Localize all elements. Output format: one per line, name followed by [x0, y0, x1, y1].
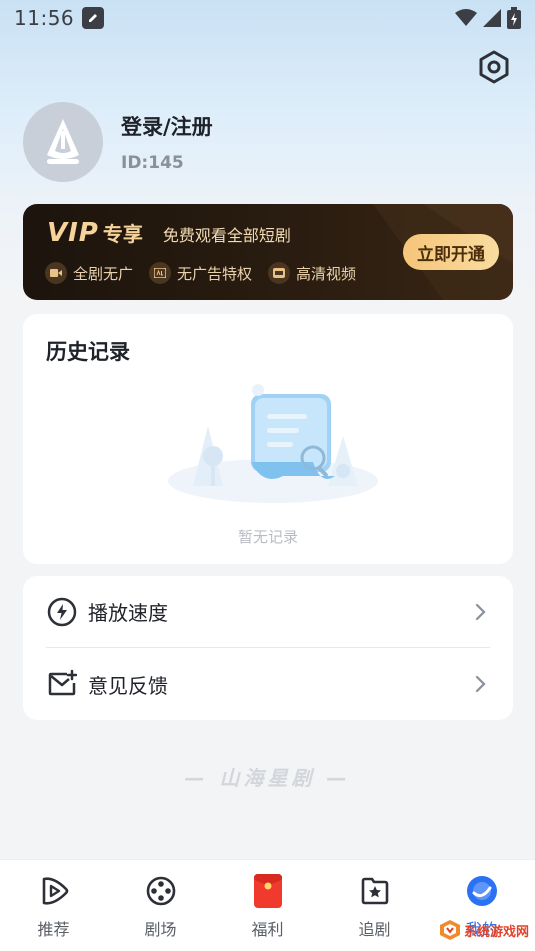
vip-slogan: 免费观看全部短剧 [162, 226, 291, 245]
feedback-label: 意见反馈 [88, 673, 168, 698]
status-indicators [455, 7, 521, 29]
film-reel-icon [144, 874, 178, 908]
avatar[interactable] [23, 102, 103, 182]
history-title: 历史记录 [46, 340, 130, 364]
playback-speed-row[interactable]: 播放速度 [46, 576, 490, 648]
nav-label: 推荐 [37, 920, 70, 939]
settings-button[interactable] [477, 50, 511, 84]
vip-perk-label: 高清视频 [296, 264, 357, 283]
nav-item-theater[interactable]: 剧场 [107, 860, 214, 951]
lightning-icon [46, 596, 78, 628]
login-register-link[interactable]: 登录/注册 [121, 111, 213, 141]
playback-speed-label: 播放速度 [88, 601, 168, 625]
nav-item-follow[interactable]: 追剧 [321, 860, 428, 951]
vip-open-button[interactable]: 立即开通 [403, 234, 499, 270]
play-icon [37, 874, 71, 908]
nav-label: 追剧 [358, 920, 391, 939]
battery-icon [507, 7, 521, 29]
red-envelope-icon [251, 874, 285, 908]
gear-icon [479, 50, 509, 84]
wifi-icon [455, 9, 477, 26]
vip-logo: VIP [47, 218, 99, 248]
bottom-nav: 推荐 剧场 福利 追剧 我的 系统游戏网 [0, 859, 535, 951]
nav-item-welfare[interactable]: 福利 [214, 860, 321, 951]
vip-perk-label: 无广告特权 [177, 264, 253, 283]
history-card: 历史记录 暂无记录 [23, 314, 513, 564]
feedback-mail-icon [46, 668, 78, 700]
status-time: 11:56 [14, 6, 75, 30]
empty-history-text: 暂无记录 [237, 528, 298, 546]
status-bar: 11:56 [0, 0, 535, 36]
brand-watermark: — 山海星剧 — [184, 766, 351, 790]
empty-history-illustration [168, 384, 378, 503]
site-logo-icon [439, 920, 460, 940]
profile-screen: 11:56 登录/注册 ID:145 VIP 专享 免费观看全部短剧 全剧无广 … [0, 0, 535, 951]
video-perk-icon [45, 262, 67, 284]
profile-text: 登录/注册 ID:145 [121, 111, 213, 173]
feedback-row[interactable]: 意见反馈 [46, 648, 490, 720]
vip-perks: 全剧无广 无广告特权 高清视频 [45, 262, 356, 284]
vip-perk: 无广告特权 [149, 262, 252, 284]
nav-label: 剧场 [144, 920, 177, 939]
vip-headline: VIP 专享 免费观看全部短剧 [47, 218, 291, 248]
ad-perk-icon [149, 262, 172, 284]
signal-icon [483, 9, 501, 27]
chevron-right-icon [475, 603, 486, 620]
star-folder-icon [358, 874, 392, 908]
profile-header[interactable]: 登录/注册 ID:145 [23, 102, 213, 182]
vip-perk: 高清视频 [268, 262, 356, 284]
chevron-right-icon [475, 675, 486, 693]
note-notification-icon [82, 7, 105, 29]
nav-label: 福利 [251, 920, 284, 939]
site-watermark-text: 系统游戏网 [463, 924, 529, 940]
default-avatar-icon [47, 119, 79, 164]
vip-perk: 全剧无广 [45, 262, 133, 284]
profile-icon [465, 874, 499, 908]
settings-list: 播放速度 意见反馈 [23, 576, 513, 720]
site-watermark: 系统游戏网 [439, 919, 529, 941]
vip-exclusive-label: 专享 [102, 222, 143, 246]
hd-perk-icon [268, 262, 291, 284]
nav-item-recommend[interactable]: 推荐 [0, 860, 107, 951]
vip-perk-label: 全剧无广 [73, 264, 134, 283]
vip-banner[interactable]: VIP 专享 免费观看全部短剧 全剧无广 无广告特权 高清视频 立即开通 [23, 204, 513, 300]
user-id: ID:145 [121, 153, 184, 173]
